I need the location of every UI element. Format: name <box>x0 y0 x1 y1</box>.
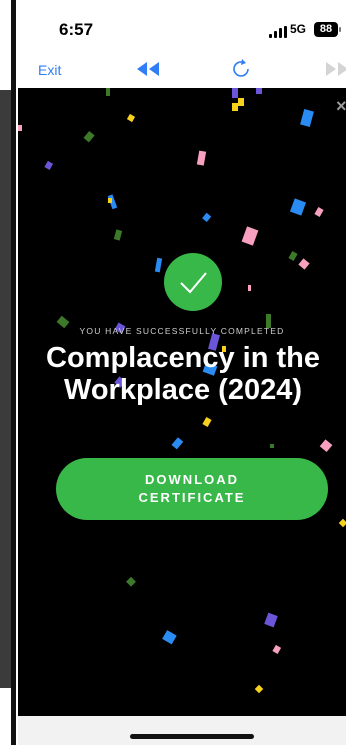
battery-nub <box>339 27 341 32</box>
home-indicator[interactable] <box>130 734 254 739</box>
status-bar: 6:57 5G 88 <box>18 0 346 50</box>
exit-button[interactable]: Exit <box>38 62 61 78</box>
previous-screen-gray-panel <box>0 90 11 688</box>
download-certificate-label: DOWNLOAD CERTIFICATE <box>138 472 246 505</box>
course-title: Complacency in the Workplace (2024) <box>46 342 320 406</box>
download-certificate-button[interactable]: DOWNLOAD CERTIFICATE <box>56 458 328 520</box>
rewind-icon[interactable] <box>135 60 161 78</box>
divider-bar <box>11 0 16 745</box>
close-icon[interactable]: × <box>336 96 346 117</box>
completion-message: YOU HAVE SUCCESSFULLY COMPLETED <box>79 326 285 336</box>
signal-strength-icon <box>269 26 287 38</box>
battery-icon: 88 <box>314 22 338 37</box>
status-time: 6:57 <box>59 20 94 39</box>
success-check-icon <box>164 253 222 311</box>
network-type: 5G <box>290 22 307 36</box>
previous-screen-edge <box>0 0 18 745</box>
completion-screen: × YOU HAVE SUCCESSFULLY COMPLETED Compla… <box>18 88 346 716</box>
bottom-bar <box>18 716 346 745</box>
phone-screen: 6:57 5G 88 Exit × YOU HAVE SUCCESSFULLY … <box>18 0 346 745</box>
refresh-icon[interactable] <box>230 58 252 80</box>
browser-nav-bar: Exit <box>18 50 346 88</box>
fast-forward-icon[interactable] <box>324 60 346 78</box>
